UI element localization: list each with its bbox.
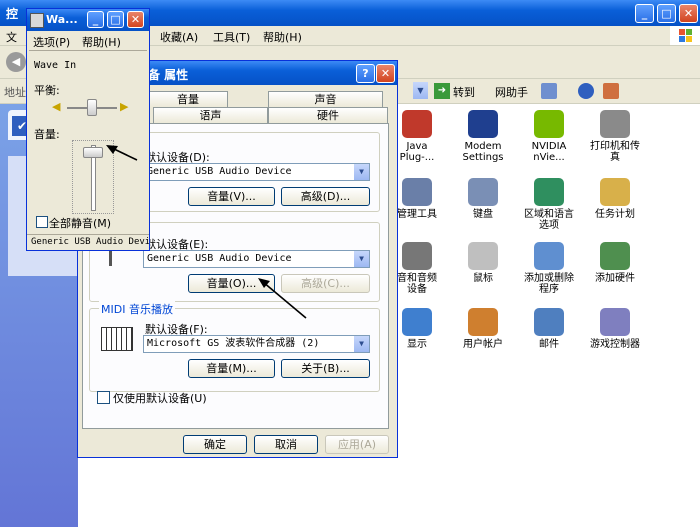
- arrow-recording-line: [262, 281, 307, 319]
- annotation-arrows: [106, 145, 307, 319]
- arrow-volume-line: [111, 147, 138, 161]
